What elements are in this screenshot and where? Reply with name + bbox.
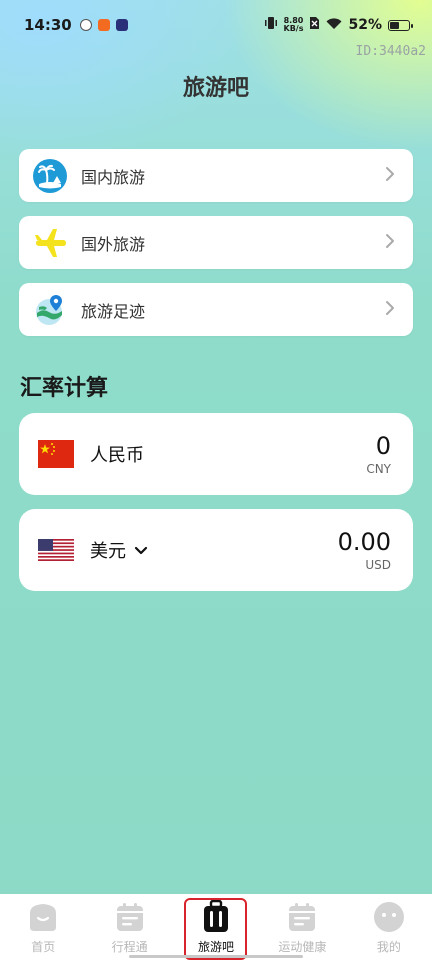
- home-face-icon: [25, 900, 61, 934]
- chevron-right-icon: [385, 233, 395, 253]
- chevron-right-icon: [385, 166, 395, 186]
- currency-to-amount: 0.00: [337, 528, 391, 556]
- currency-from-value[interactable]: 0 CNY: [366, 432, 391, 476]
- no-sim-icon: [309, 16, 320, 34]
- app-notification-icon: [115, 19, 128, 31]
- wifi-icon: [326, 17, 342, 34]
- profile-face-icon: [371, 900, 407, 934]
- currency-to-card[interactable]: 美元 0.00 USD: [19, 509, 413, 591]
- calendar-icon: [284, 900, 320, 934]
- currency-to-name[interactable]: 美元: [90, 537, 126, 563]
- app-notification-icon: [97, 19, 110, 31]
- app-notification-icon: [79, 19, 92, 31]
- bottom-tab-bar: 首页 行程通 旅游吧 运动健康 我的: [0, 894, 432, 964]
- nav-label: 旅游足迹: [81, 301, 146, 321]
- tab-label: 我的: [376, 940, 401, 954]
- battery-percent: 52%: [348, 17, 382, 33]
- battery-icon: [388, 19, 413, 31]
- id-tag: ID:3440a2: [355, 44, 426, 59]
- status-bar: 14:30 8.80 KB/s 52%: [0, 0, 432, 50]
- chevron-right-icon: [385, 300, 395, 320]
- tab-home[interactable]: 首页: [0, 900, 86, 955]
- currency-to-value: 0.00 USD: [338, 528, 391, 572]
- currency-from-name: 人民币: [90, 445, 144, 466]
- vibrate-icon: [264, 16, 278, 34]
- globe-pin-icon: [33, 293, 67, 327]
- nav-label: 国内旅游: [81, 167, 146, 187]
- airplane-icon: [33, 226, 67, 260]
- currency-from-amount[interactable]: 0: [366, 432, 391, 460]
- home-indicator: [129, 955, 303, 958]
- tab-profile[interactable]: 我的: [346, 900, 432, 955]
- tab-sports-health[interactable]: 运动健康: [259, 900, 345, 955]
- battery-level: [390, 21, 400, 29]
- page-title: 旅游吧: [182, 76, 249, 101]
- tab-label: 运动健康: [278, 940, 327, 954]
- china-flag-icon: [38, 440, 74, 468]
- active-tab-highlight: [184, 898, 247, 960]
- nav-card-domestic-travel[interactable]: 国内旅游: [19, 149, 413, 202]
- us-flag-icon: [38, 536, 74, 564]
- nav-label: 国外旅游: [81, 234, 146, 254]
- tab-label: 首页: [31, 940, 56, 954]
- nav-card-overseas-travel[interactable]: 国外旅游: [19, 216, 413, 269]
- tab-label: 行程通: [111, 940, 148, 954]
- status-right: 8.80 KB/s 52%: [264, 16, 413, 34]
- currency-from-code: CNY: [366, 462, 391, 476]
- net-speed: 8.80 KB/s: [284, 17, 304, 33]
- exchange-section-title: 汇率计算: [20, 376, 109, 401]
- chevron-down-icon[interactable]: [134, 541, 148, 560]
- tab-itinerary[interactable]: 行程通: [86, 900, 172, 955]
- net-speed-unit: KB/s: [283, 24, 304, 33]
- currency-to-code: USD: [365, 558, 391, 572]
- nav-card-travel-footprint[interactable]: 旅游足迹: [19, 283, 413, 336]
- palm-island-icon: [33, 158, 67, 193]
- calendar-icon: [112, 900, 148, 934]
- currency-from-card[interactable]: 人民币 0 CNY: [19, 413, 413, 495]
- status-time: 14:30: [24, 16, 72, 34]
